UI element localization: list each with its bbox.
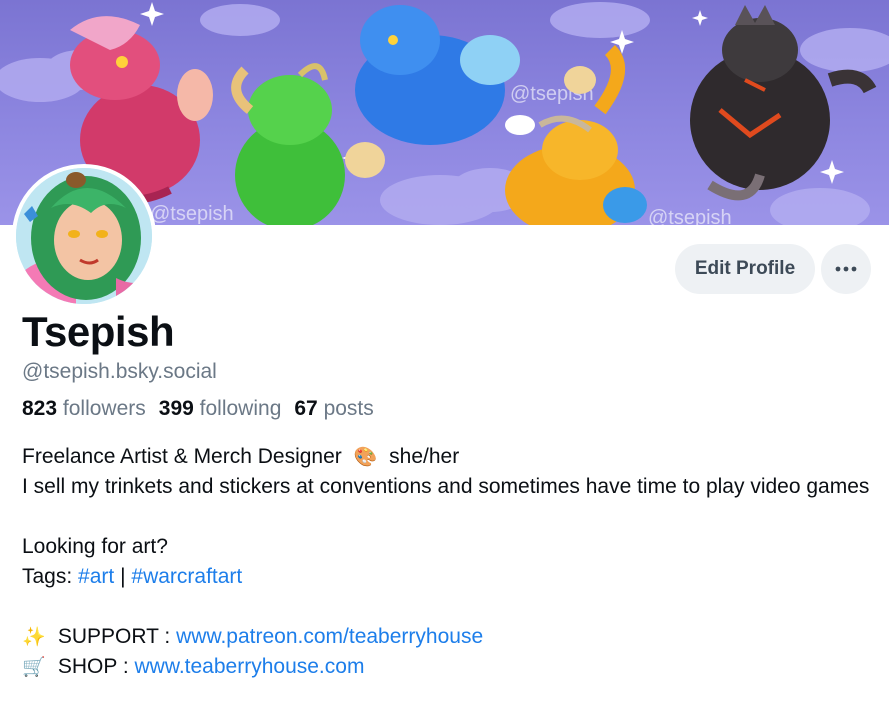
bio-line-1-text: Freelance Artist & Merch Designer	[22, 445, 342, 468]
shopping-cart-icon: 🛒	[22, 656, 46, 678]
patreon-link[interactable]: www.patreon.com/teaberryhouse	[176, 625, 483, 648]
bio-line-3: Looking for art?	[22, 535, 168, 558]
palette-icon: 🎨	[353, 446, 378, 468]
bio-blank-line	[22, 592, 872, 622]
followers-count: 823	[22, 397, 58, 420]
avatar[interactable]	[12, 164, 156, 308]
bio-line-2: I sell my trinkets and stickers at conve…	[22, 475, 870, 498]
profile-stats: 823 followers 399 following 67 posts	[22, 397, 374, 421]
posts-label: posts	[323, 397, 374, 420]
followers-label: followers	[62, 397, 146, 420]
bio-line-1: Freelance Artist & Merch Designer 🎨 she/…	[22, 442, 872, 472]
bio-blank-line	[22, 502, 872, 532]
posts-count: 67	[294, 397, 318, 420]
tag-separator: |	[120, 565, 126, 588]
edit-profile-button[interactable]: Edit Profile	[675, 244, 815, 294]
shop-label: SHOP :	[57, 655, 129, 678]
bio-shop-line: 🛒 SHOP : www.teaberryhouse.com	[22, 652, 872, 682]
bio-pronouns: she/her	[389, 445, 460, 468]
sparkles-icon: ✨	[22, 626, 46, 648]
profile-page: @tsepish @tsepish @tsepish Edit Profile …	[0, 0, 889, 724]
more-options-button[interactable]	[821, 244, 871, 294]
avatar-illustration	[16, 168, 152, 304]
followers-stat[interactable]: 823 followers	[22, 397, 146, 421]
bio-tags-line: Tags: #art | #warcraftart	[22, 562, 872, 592]
posts-stat: 67 posts	[294, 397, 373, 421]
banner-watermark: @tsepish	[150, 203, 234, 225]
hashtag-warcraftart-link[interactable]: #warcraftart	[131, 565, 242, 588]
shop-link[interactable]: www.teaberryhouse.com	[135, 655, 365, 678]
ellipsis-icon	[835, 266, 857, 272]
tags-label: Tags:	[22, 565, 73, 588]
profile-bio: Freelance Artist & Merch Designer 🎨 she/…	[22, 442, 872, 682]
bio-support-line: ✨ SUPPORT : www.patreon.com/teaberryhous…	[22, 622, 872, 652]
following-count: 399	[158, 397, 194, 420]
following-label: following	[199, 397, 282, 420]
hashtag-art-link[interactable]: #art	[78, 565, 114, 588]
profile-handle[interactable]: @tsepish.bsky.social	[22, 360, 217, 384]
following-stat[interactable]: 399 following	[159, 397, 282, 421]
display-name: Tsepish	[22, 308, 175, 355]
banner-watermark: @tsepish	[648, 207, 732, 225]
support-label: SUPPORT :	[57, 625, 171, 648]
